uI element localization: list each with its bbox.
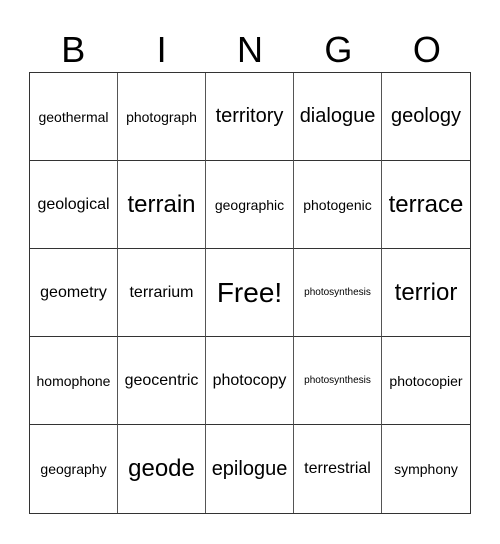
bingo-cell[interactable]: geographic — [206, 161, 294, 249]
cell-word: photogenic — [303, 196, 372, 213]
bingo-cell[interactable]: geography — [30, 425, 118, 513]
bingo-cell[interactable]: geocentric — [118, 337, 206, 425]
bingo-cell[interactable]: photosynthesis — [294, 249, 382, 337]
bingo-cell[interactable]: homophone — [30, 337, 118, 425]
cell-word: photocopy — [212, 371, 287, 389]
cell-word: epilogue — [211, 457, 288, 480]
bingo-cell[interactable]: dialogue — [294, 73, 382, 161]
cell-word: Free! — [216, 276, 283, 308]
cell-word: homophone — [36, 372, 111, 389]
bingo-cell[interactable]: epilogue — [206, 425, 294, 513]
bingo-cell[interactable]: territory — [206, 73, 294, 161]
bingo-cell-free-space[interactable]: Free! — [206, 249, 294, 337]
bingo-cell[interactable]: geothermal — [30, 73, 118, 161]
bingo-cell[interactable]: photogenic — [294, 161, 382, 249]
bingo-header: B I N G O — [29, 28, 471, 72]
bingo-cell[interactable]: terrarium — [118, 249, 206, 337]
bingo-cell[interactable]: photosynthesis — [294, 337, 382, 425]
bingo-cell[interactable]: terrace — [382, 161, 470, 249]
cell-word: terrior — [394, 278, 458, 306]
bingo-cell[interactable]: photograph — [118, 73, 206, 161]
cell-word: photocopier — [389, 372, 463, 389]
cell-word: geode — [128, 455, 195, 482]
cell-word: terrace — [388, 190, 464, 218]
cell-word: terrain — [127, 190, 196, 218]
cell-word: terrestrial — [304, 460, 371, 477]
cell-word: geocentric — [124, 371, 199, 389]
header-letter-g: G — [324, 29, 353, 70]
bingo-cell[interactable]: geode — [118, 425, 206, 513]
bingo-cell[interactable]: terrior — [382, 249, 470, 337]
cell-word: territory — [215, 105, 284, 127]
cell-word: dialogue — [299, 105, 376, 127]
cell-word: photosynthesis — [304, 287, 371, 298]
cell-word: geography — [40, 461, 107, 477]
bingo-cell[interactable]: geology — [382, 73, 470, 161]
cell-word: geometry — [40, 283, 107, 301]
bingo-cell[interactable]: photocopy — [206, 337, 294, 425]
bingo-cell[interactable]: symphony — [382, 425, 470, 513]
bingo-cell[interactable]: photocopier — [382, 337, 470, 425]
cell-word: photosynthesis — [304, 375, 371, 386]
cell-word: geothermal — [38, 108, 109, 125]
cell-word: photograph — [126, 108, 197, 125]
cell-word: geographic — [214, 196, 285, 213]
bingo-cell[interactable]: terrestrial — [294, 425, 382, 513]
bingo-cell[interactable]: terrain — [118, 161, 206, 249]
header-letter-n: N — [237, 29, 264, 70]
cell-word: geological — [37, 195, 110, 213]
bingo-cell[interactable]: geological — [30, 161, 118, 249]
cell-word: geology — [390, 105, 462, 127]
cell-word: symphony — [394, 461, 458, 477]
bingo-board: geothermal photograph territory dialogue geo… — [29, 72, 471, 514]
cell-word: terrarium — [129, 283, 194, 301]
header-letter-o: O — [412, 29, 441, 70]
header-letter-i: I — [156, 29, 167, 70]
header-letter-b: B — [61, 29, 86, 70]
bingo-cell[interactable]: geometry — [30, 249, 118, 337]
